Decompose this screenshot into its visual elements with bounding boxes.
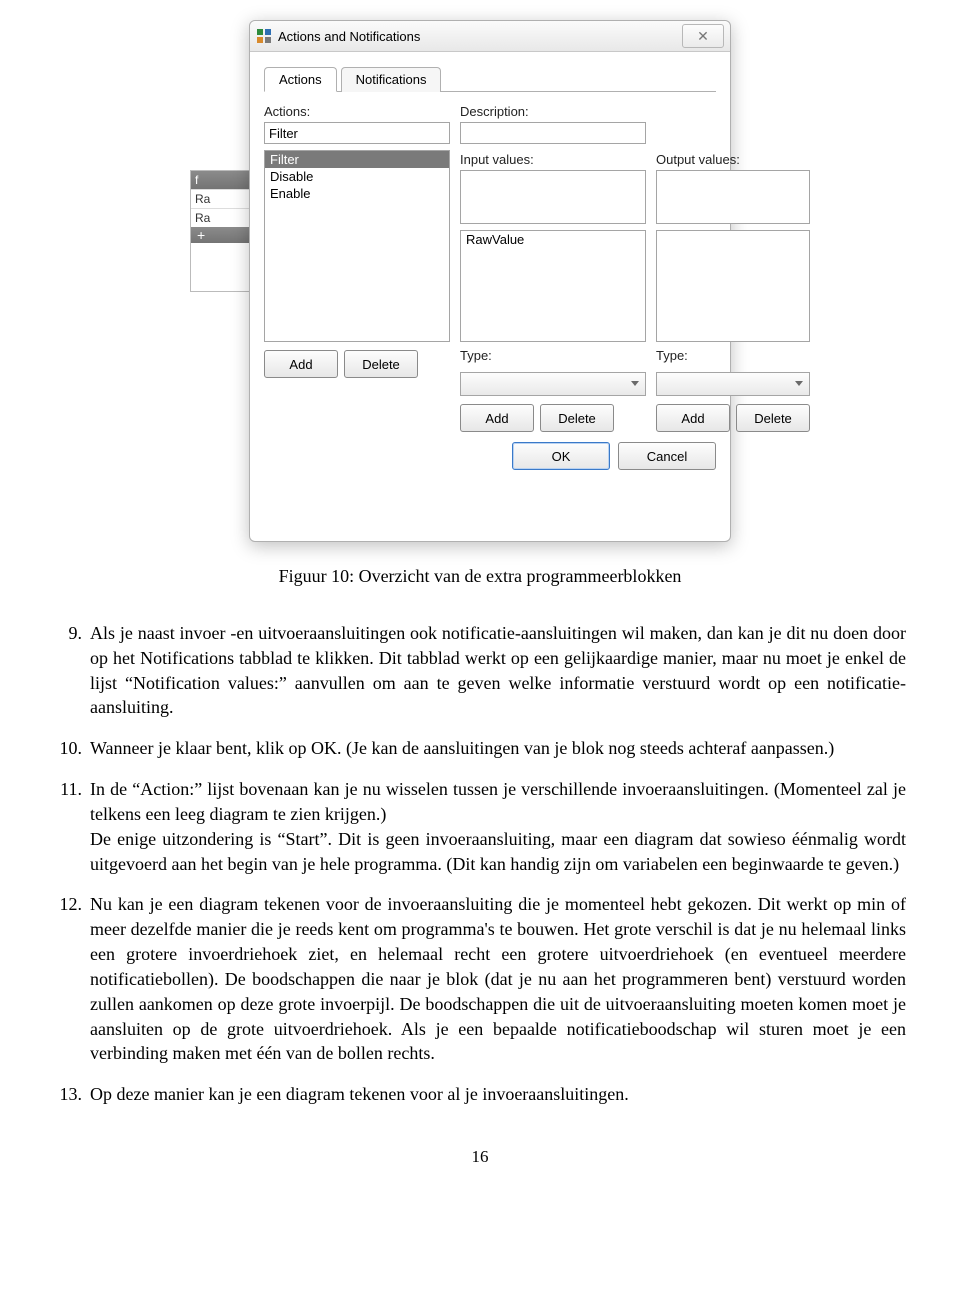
- list-item-9: 9. Als je naast invoer -en uitvoeraanslu…: [54, 621, 906, 720]
- dialog-titlebar: Actions and Notifications ✕: [250, 21, 730, 52]
- background-panel-add: +: [191, 227, 251, 243]
- cancel-button[interactable]: Cancel: [618, 442, 716, 470]
- list-item-13: 13. Op deze manier kan je een diagram te…: [54, 1082, 906, 1107]
- output-add-button[interactable]: Add: [656, 404, 730, 432]
- list-number: 13.: [54, 1082, 82, 1107]
- output-type-combo[interactable]: [656, 372, 810, 396]
- figure-screenshot: f Ra Ra + Actions and Notifications ✕: [0, 20, 960, 542]
- output-values-label: Output values:: [656, 152, 810, 167]
- list-text: Als je naast invoer -en uitvoeraansluiti…: [90, 623, 906, 717]
- actions-notifications-dialog: Actions and Notifications ✕ Actions Noti…: [249, 20, 731, 542]
- input-add-button[interactable]: Add: [460, 404, 534, 432]
- description-input[interactable]: [460, 122, 646, 144]
- document-body: 9. Als je naast invoer -en uitvoeraanslu…: [0, 621, 960, 1107]
- actions-listbox[interactable]: Filter Disable Enable: [264, 150, 450, 342]
- list-number: 12.: [54, 892, 82, 917]
- list-text: Op deze manier kan je een diagram tekene…: [90, 1084, 629, 1104]
- list-item-12: 12. Nu kan je een diagram tekenen voor d…: [54, 892, 906, 1066]
- page-number: 16: [0, 1147, 960, 1167]
- actions-label: Actions:: [264, 104, 450, 119]
- input-values-list-item[interactable]: RawValue: [461, 231, 645, 248]
- output-delete-button[interactable]: Delete: [736, 404, 810, 432]
- background-panel-row: Ra: [191, 189, 251, 208]
- actions-filter-input[interactable]: [264, 122, 450, 144]
- background-panel-header: f: [191, 171, 251, 189]
- app-icon: [256, 28, 272, 44]
- input-value-field[interactable]: [460, 170, 646, 224]
- input-values-column: Description: Input values: RawValue Type…: [460, 104, 646, 432]
- close-icon: ✕: [697, 28, 709, 45]
- actions-list-item[interactable]: Disable: [265, 168, 449, 185]
- input-delete-button[interactable]: Delete: [540, 404, 614, 432]
- actions-add-button[interactable]: Add: [264, 350, 338, 378]
- input-values-listbox[interactable]: RawValue: [460, 230, 646, 342]
- actions-list-item[interactable]: Enable: [265, 185, 449, 202]
- list-number: 11.: [54, 777, 82, 802]
- close-button[interactable]: ✕: [682, 24, 724, 48]
- output-type-label: Type:: [656, 348, 810, 363]
- dialog-title: Actions and Notifications: [278, 29, 420, 44]
- actions-delete-button[interactable]: Delete: [344, 350, 418, 378]
- input-type-combo[interactable]: [460, 372, 646, 396]
- output-values-listbox[interactable]: [656, 230, 810, 342]
- actions-column: Actions: Filter Disable Enable Add Delet…: [264, 104, 450, 432]
- figure-caption: Figuur 10: Overzicht van de extra progra…: [0, 566, 960, 587]
- tab-notifications[interactable]: Notifications: [341, 67, 442, 92]
- actions-list-item[interactable]: Filter: [265, 151, 449, 168]
- background-panel-row: Ra: [191, 208, 251, 227]
- dialog-tabstrip: Actions Notifications: [264, 66, 716, 92]
- list-text: Wanneer je klaar bent, klik op OK. (Je k…: [90, 738, 834, 758]
- list-number: 9.: [54, 621, 82, 646]
- list-number: 10.: [54, 736, 82, 761]
- input-values-label: Input values:: [460, 152, 646, 167]
- description-label: Description:: [460, 104, 646, 119]
- ok-button[interactable]: OK: [512, 442, 610, 470]
- list-text: In de “Action:” lijst bovenaan kan je nu…: [90, 779, 906, 873]
- list-item-10: 10. Wanneer je klaar bent, klik op OK. (…: [54, 736, 906, 761]
- input-type-label: Type:: [460, 348, 646, 363]
- list-item-11: 11. In de “Action:” lijst bovenaan kan j…: [54, 777, 906, 876]
- output-values-column: . Output values: Type: Add Delete: [656, 104, 810, 432]
- list-text: Nu kan je een diagram tekenen voor de in…: [90, 894, 906, 1063]
- output-value-field[interactable]: [656, 170, 810, 224]
- tab-actions[interactable]: Actions: [264, 67, 337, 92]
- background-panel: f Ra Ra +: [190, 170, 252, 292]
